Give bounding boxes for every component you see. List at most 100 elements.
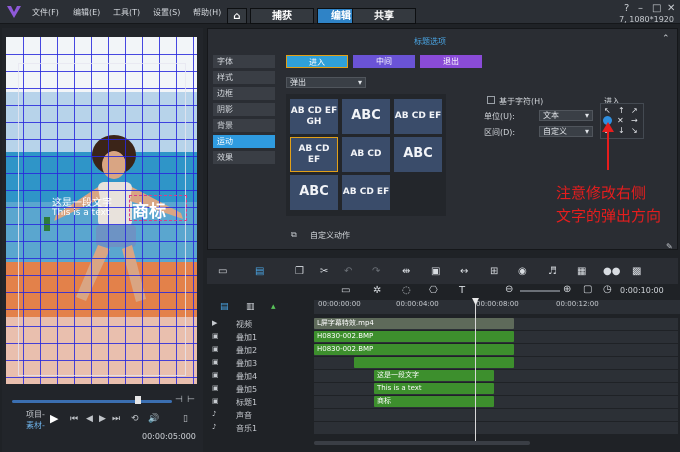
- zoom-slider[interactable]: [520, 290, 560, 292]
- arrow-nw-icon[interactable]: ↖: [604, 106, 611, 115]
- based-on-char-checkbox[interactable]: [487, 96, 495, 104]
- side-tab-border[interactable]: 边框: [213, 87, 275, 100]
- custom-action-icon[interactable]: ⧉: [291, 230, 297, 240]
- track-row[interactable]: H0830-002.BMP: [314, 331, 678, 343]
- menu-tools[interactable]: 工具(T): [113, 7, 140, 18]
- close-icon[interactable]: ✕: [667, 3, 675, 14]
- image-icon[interactable]: ▣: [431, 266, 440, 277]
- preset-7[interactable]: AB CD EF: [342, 175, 390, 210]
- unit-dropdown[interactable]: 文本 ▾: [539, 110, 593, 121]
- copy-icon[interactable]: ❐: [295, 266, 304, 277]
- side-tab-effect[interactable]: 效果: [213, 151, 275, 164]
- side-tab-style[interactable]: 样式: [213, 71, 275, 84]
- arrow-e-icon[interactable]: →: [631, 116, 638, 125]
- arrow-ne-icon[interactable]: ↗: [631, 106, 638, 115]
- menu-edit[interactable]: 编辑(E): [73, 7, 100, 18]
- undo-icon[interactable]: ↶: [344, 266, 352, 277]
- track-row[interactable]: 这是一段文字: [314, 370, 678, 382]
- mask-icon[interactable]: ▩: [632, 266, 641, 277]
- side-tab-motion[interactable]: 运动: [213, 135, 275, 148]
- track-row[interactable]: This is a text: [314, 383, 678, 395]
- scrub-handle[interactable]: [135, 396, 141, 404]
- track-row[interactable]: H0830-002.BMP: [314, 344, 678, 356]
- selection-box[interactable]: [129, 195, 187, 221]
- subtitle-icon[interactable]: ▦: [577, 266, 586, 277]
- preset-2[interactable]: AB CD EF: [394, 99, 442, 134]
- minimize-icon[interactable]: –: [638, 3, 643, 14]
- volume-icon[interactable]: 🔊: [148, 414, 159, 424]
- timeline-clip[interactable]: L屏字幕特效.mp4: [314, 318, 514, 329]
- timeline-clip[interactable]: H0830-002.BMP: [314, 331, 514, 342]
- music-icon[interactable]: ♬: [548, 266, 557, 277]
- track-row[interactable]: 商标: [314, 396, 678, 408]
- mark-out-icon[interactable]: ⊢: [187, 395, 195, 405]
- timeline-clip[interactable]: This is a text: [374, 383, 494, 394]
- timeline-view-icon[interactable]: ▤: [255, 266, 264, 277]
- tab-share[interactable]: 共享: [352, 8, 416, 24]
- timeline-clip[interactable]: H0830-002.BMP: [314, 344, 514, 355]
- arrow-n-icon[interactable]: ↑: [618, 106, 625, 115]
- timeline-timecode[interactable]: 0:00:10:00: [620, 286, 664, 295]
- fit-icon[interactable]: ↔: [460, 266, 468, 277]
- help-icon[interactable]: ?: [624, 3, 629, 14]
- tab-capture[interactable]: 捕获: [250, 8, 314, 24]
- zoom-out-icon[interactable]: ⊖: [505, 284, 513, 295]
- motion-icon[interactable]: ●●: [603, 266, 620, 277]
- preset-3-selected[interactable]: AB CD EF: [290, 137, 338, 172]
- arrow-s-icon[interactable]: ↓: [618, 126, 625, 135]
- preset-6[interactable]: ABC: [290, 175, 338, 210]
- redo-icon[interactable]: ↷: [372, 266, 380, 277]
- track-row[interactable]: [314, 409, 678, 421]
- prev-frame-icon[interactable]: ◀: [86, 414, 93, 424]
- track-row[interactable]: L屏字幕特效.mp4: [314, 318, 678, 330]
- menu-file[interactable]: 文件(F): [32, 7, 59, 18]
- track-row[interactable]: [314, 422, 678, 434]
- mark-in-icon[interactable]: ⊣: [175, 395, 183, 405]
- record-icon[interactable]: ◉: [518, 266, 527, 277]
- exit-mode-button[interactable]: 退出: [420, 55, 482, 68]
- go-start-icon[interactable]: ⏮: [70, 414, 78, 424]
- animation-type-dropdown[interactable]: 弹出 ▾: [286, 77, 366, 88]
- timeline-scrollbar[interactable]: [314, 441, 530, 445]
- preset-5[interactable]: ABC: [394, 137, 442, 172]
- preset-1[interactable]: ABC: [342, 99, 390, 134]
- edit-icon[interactable]: ✎: [666, 242, 673, 251]
- timeline-clip[interactable]: 这是一段文字: [374, 370, 494, 381]
- magic-icon[interactable]: ✲: [373, 285, 381, 296]
- enter-mode-button[interactable]: 进入: [286, 55, 348, 68]
- camera-icon[interactable]: ⎔: [429, 285, 438, 296]
- maximize-icon[interactable]: □: [652, 3, 661, 14]
- time-ruler[interactable]: 00:00:00:00 00:00:04:00 00:00:08:00 00:0…: [314, 300, 680, 314]
- clip-mode-label[interactable]: 素材-: [26, 420, 45, 431]
- split-icon[interactable]: ⇹: [402, 266, 410, 277]
- preview-canvas[interactable]: 这是一段文字 This is a text 商标: [6, 37, 197, 384]
- home-button[interactable]: ⌂: [227, 8, 247, 24]
- custom-action-link[interactable]: 自定义动作: [310, 230, 350, 241]
- side-tab-shadow[interactable]: 阴影: [213, 103, 275, 116]
- track-row[interactable]: [314, 357, 678, 369]
- center-x-icon[interactable]: ✕: [617, 116, 624, 125]
- side-tab-font[interactable]: 字体: [213, 55, 275, 68]
- menu-help[interactable]: 帮助(H): [193, 7, 221, 18]
- track-manager-icon[interactable]: ▤: [220, 302, 229, 312]
- next-frame-icon[interactable]: ▶: [99, 414, 106, 424]
- range-dropdown[interactable]: 自定义 ▾: [539, 126, 593, 137]
- repeat-icon[interactable]: ⟲: [131, 414, 139, 424]
- fit-timeline-icon[interactable]: ▢: [583, 284, 592, 295]
- chapter-icon[interactable]: ▥: [246, 302, 255, 312]
- arrow-se-icon[interactable]: ↘: [631, 126, 638, 135]
- go-end-icon[interactable]: ⏭: [112, 414, 120, 424]
- panel-collapse-icon[interactable]: ⌃: [662, 34, 670, 44]
- title-t-icon[interactable]: T: [459, 285, 465, 296]
- overlay-text-en[interactable]: This is a text: [52, 208, 109, 218]
- preset-0[interactable]: AB CD EF GH: [290, 99, 338, 134]
- loop-icon[interactable]: ◌: [402, 285, 411, 296]
- side-tab-background[interactable]: 背景: [213, 119, 275, 132]
- middle-mode-button[interactable]: 中间: [353, 55, 415, 68]
- play-icon[interactable]: ▶: [50, 412, 58, 425]
- overlay-text-cn[interactable]: 这是一段文字: [52, 194, 112, 209]
- playhead[interactable]: [475, 300, 476, 443]
- menu-settings[interactable]: 设置(S): [153, 7, 180, 18]
- tools-icon[interactable]: ✂: [320, 266, 328, 277]
- fit-project-icon[interactable]: ▭: [341, 285, 350, 296]
